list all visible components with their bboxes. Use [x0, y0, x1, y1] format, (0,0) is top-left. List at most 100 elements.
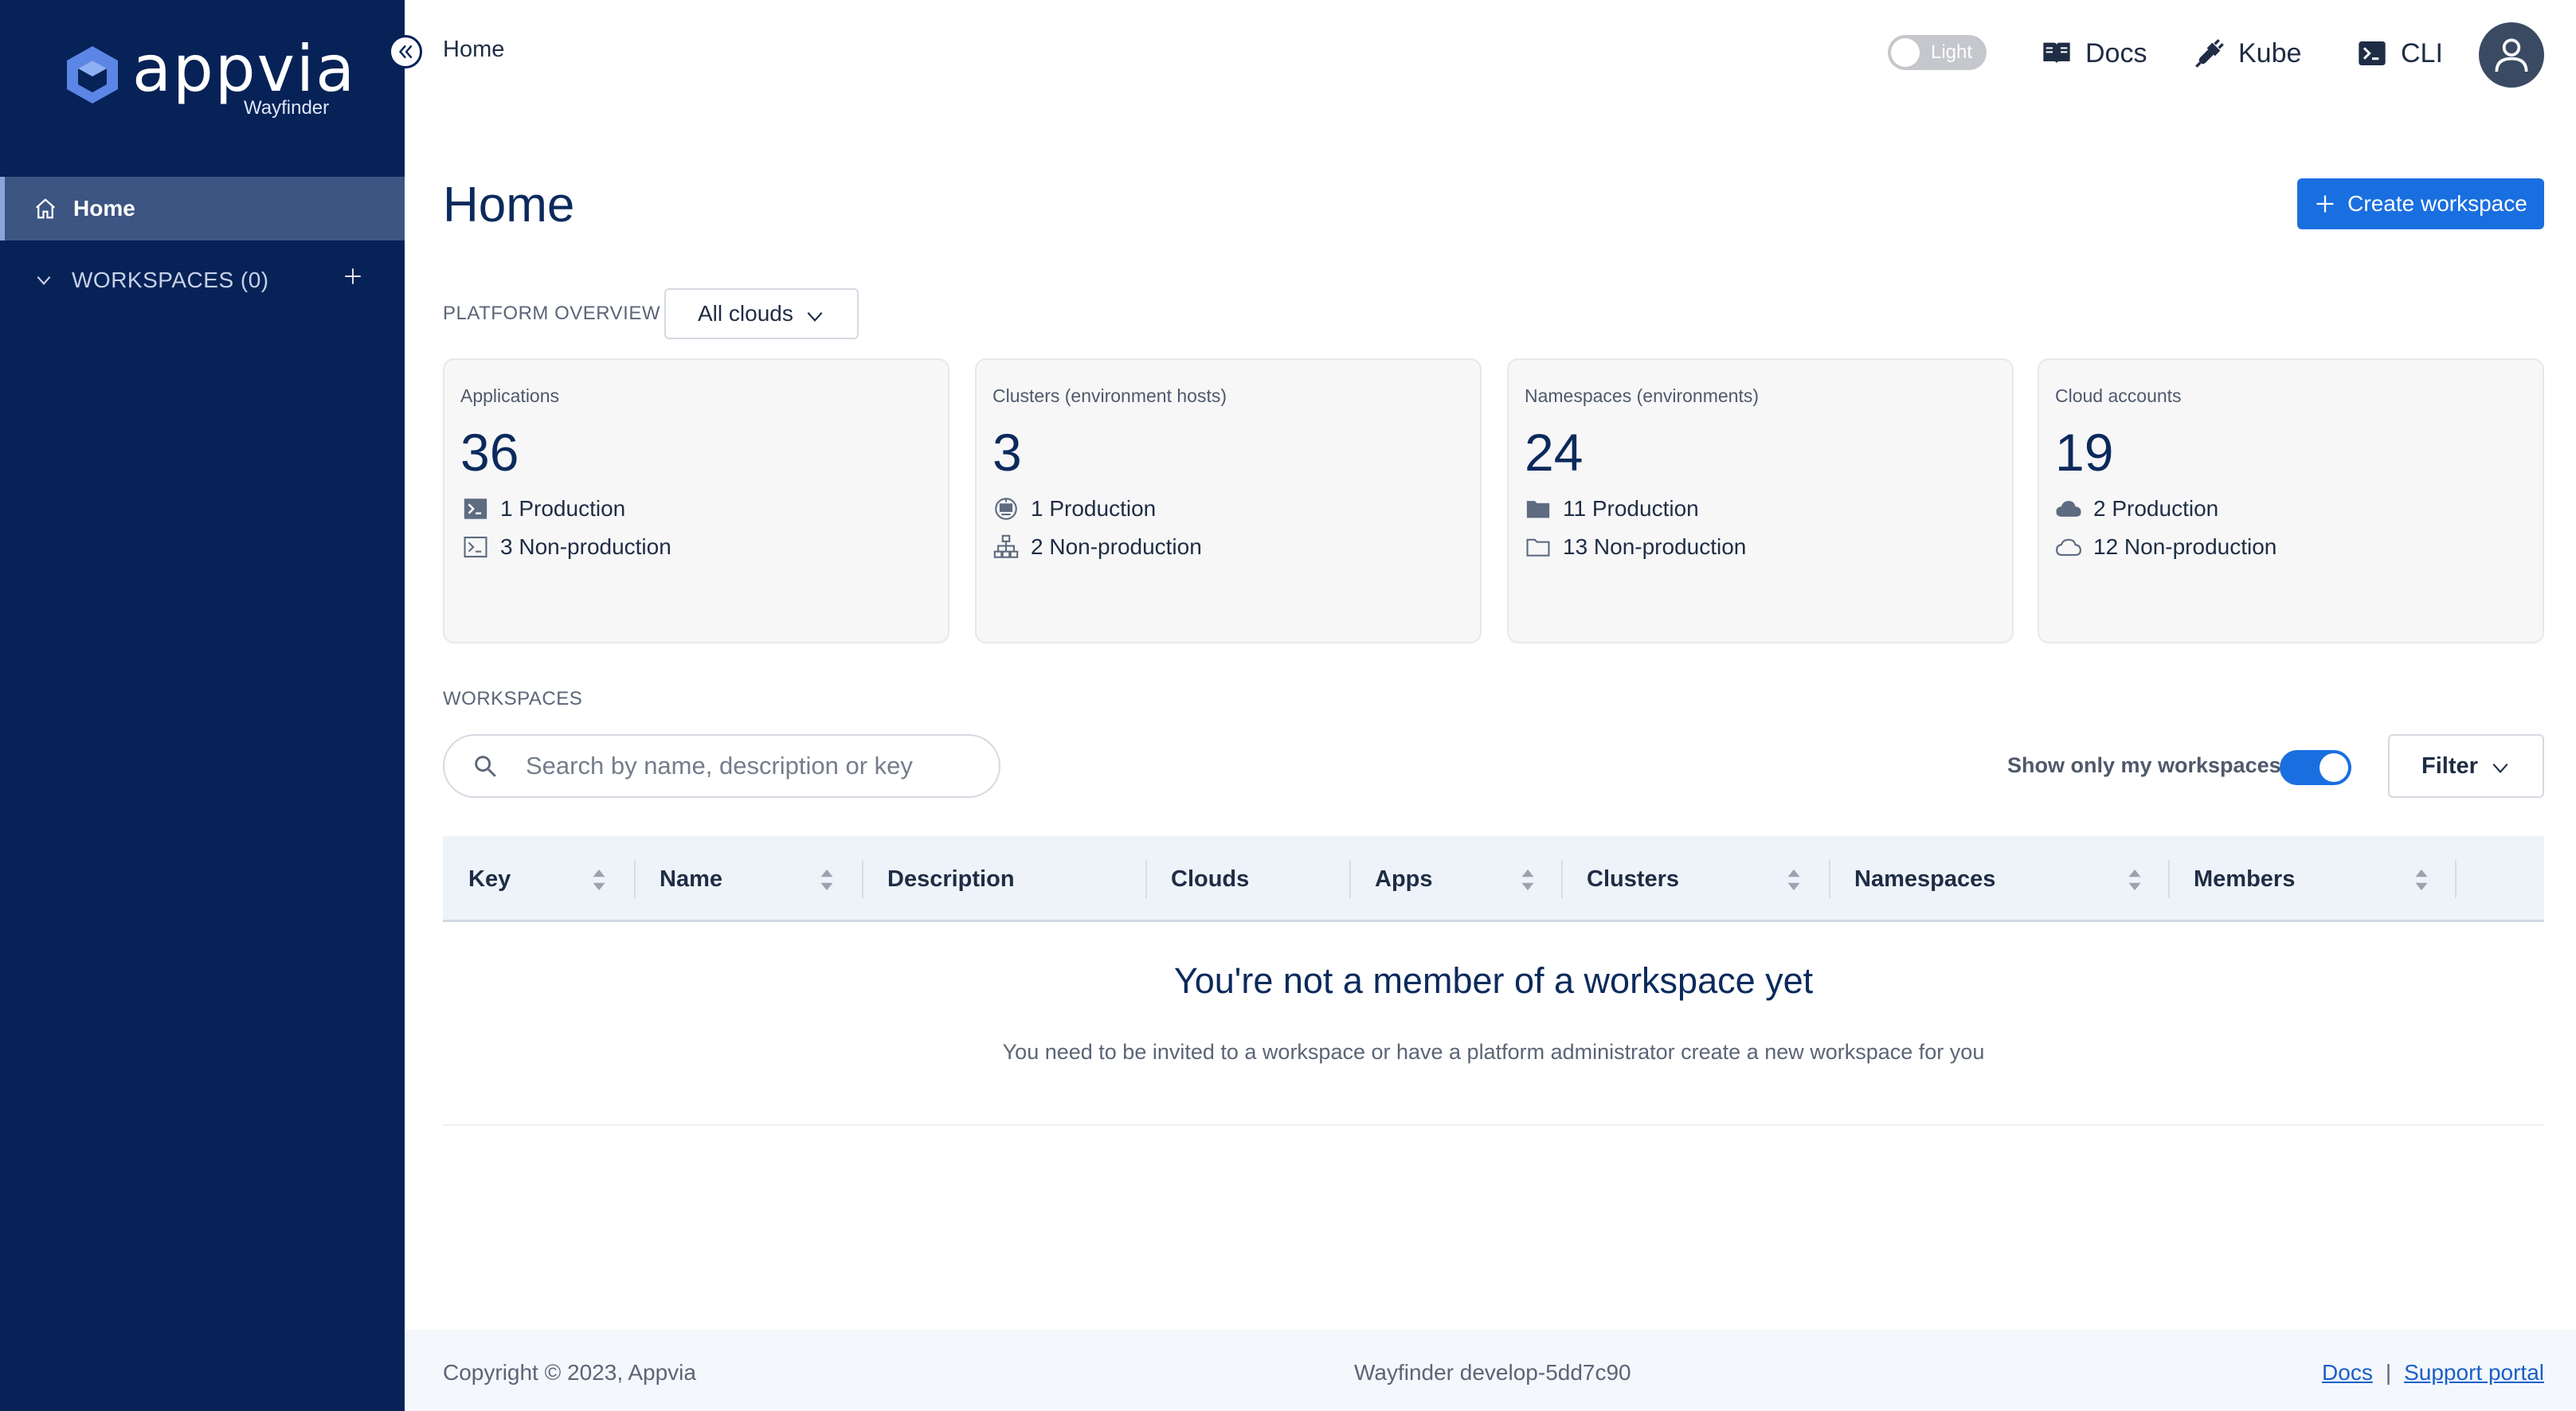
stat-production-text: 2 Production: [2093, 496, 2219, 521]
stat-non-production-row: 2 Non-production: [992, 534, 1202, 561]
create-workspace-button[interactable]: Create workspace: [2297, 178, 2544, 229]
sidebar-item-label: Home: [73, 196, 135, 221]
terminal-icon: [464, 498, 487, 519]
brand-name: appvia: [132, 32, 357, 106]
network-icon: [993, 534, 1019, 558]
footer-separator: |: [2385, 1360, 2392, 1385]
show-mine-label: Show only my workspaces: [2007, 753, 2281, 777]
kube-link-label: Kube: [2238, 37, 2302, 68]
column-header-description: Description: [887, 866, 1015, 892]
robot-icon: [995, 498, 1017, 520]
sort-icon[interactable]: [819, 868, 835, 892]
double-chevron-left-icon: [398, 45, 413, 59]
stat-production-text: 1 Production: [1031, 496, 1157, 521]
terminal-outline-icon: [464, 536, 487, 558]
version-text: Wayfinder develop-5dd7c90: [1354, 1360, 1631, 1385]
cloud-outline-icon: [2056, 538, 2081, 556]
stat-card-title: Applications: [460, 385, 560, 406]
terminal-icon: [2359, 41, 2386, 65]
stat-card-title: Namespaces (environments): [1525, 385, 1760, 406]
footer-links: Docs | Support portal: [2322, 1360, 2544, 1386]
chevron-down-icon: [807, 311, 823, 322]
stat-production-text: 11 Production: [1563, 496, 1699, 521]
column-header-key[interactable]: Key: [443, 836, 511, 922]
footer: Copyright © 2023, Appvia Wayfinder devel…: [405, 1330, 2576, 1411]
user-icon: [2495, 38, 2528, 72]
stat-non-production-text: 2 Non-production: [1031, 534, 1202, 559]
product-name: Wayfinder: [244, 97, 330, 119]
sort-icon[interactable]: [591, 868, 607, 892]
home-icon: [36, 198, 55, 219]
add-workspace-icon[interactable]: [343, 266, 363, 287]
search-icon: [475, 756, 496, 777]
appvia-logo-icon: [67, 46, 118, 104]
user-avatar[interactable]: [2479, 22, 2544, 88]
stat-non-production-text: 3 Non-production: [500, 534, 671, 559]
sidebar-item-home[interactable]: Home: [0, 177, 405, 240]
cloud-filter-value: All clouds: [698, 301, 793, 326]
footer-docs-link[interactable]: Docs: [2322, 1360, 2373, 1385]
create-workspace-label: Create workspace: [2347, 191, 2527, 216]
workspaces-table-header: Key Name Description Clouds Apps Cluster…: [443, 836, 2544, 922]
folder-icon: [1526, 501, 1550, 518]
stat-card-title: Cloud accounts: [2055, 385, 2182, 406]
docs-link-label: Docs: [2085, 37, 2147, 68]
plug-icon: [2195, 39, 2224, 68]
show-mine-toggle-knob: [2320, 753, 2348, 782]
divider: [443, 1124, 2544, 1126]
sidebar: appvia Wayfinder Home WORKSPACES (0): [0, 0, 405, 1411]
support-portal-link[interactable]: Support portal: [2404, 1360, 2544, 1385]
theme-toggle-knob: [1891, 38, 1920, 67]
stat-card-total: 3: [992, 423, 1022, 482]
stat-card-total: 24: [1525, 423, 1584, 482]
stat-card-total: 19: [2055, 423, 2114, 482]
stat-production-row: 1 Production: [992, 495, 1156, 522]
stat-non-production-row: 13 Non-production: [1525, 534, 1746, 561]
stat-card-title: Clusters (environment hosts): [992, 385, 1227, 406]
sort-icon[interactable]: [2414, 868, 2429, 892]
search-input[interactable]: [526, 752, 972, 780]
column-header-namespaces[interactable]: Namespaces: [1829, 836, 1995, 922]
cli-link[interactable]: CLI: [2356, 33, 2443, 73]
stat-production-row: 1 Production: [462, 495, 625, 522]
empty-state-title: You're not a member of a workspace yet: [1173, 960, 1814, 1001]
kube-link[interactable]: Kube: [2194, 33, 2301, 73]
chevron-down-icon: [37, 276, 51, 285]
cloud-filter-select[interactable]: All clouds: [664, 288, 859, 339]
workspace-search[interactable]: [443, 734, 1000, 798]
stat-non-production-text: 12 Non-production: [2093, 534, 2277, 559]
copyright-text: Copyright © 2023, Appvia: [443, 1360, 696, 1385]
sort-icon[interactable]: [1520, 868, 1536, 892]
stat-card-total: 36: [460, 423, 519, 482]
stat-production-row: 11 Production: [1525, 495, 1699, 522]
column-header-apps[interactable]: Apps: [1349, 836, 1433, 922]
cli-link-label: CLI: [2401, 37, 2443, 68]
column-header-name[interactable]: Name: [634, 836, 722, 922]
breadcrumb[interactable]: Home: [443, 37, 504, 63]
collapse-sidebar-button[interactable]: [389, 35, 422, 68]
book-icon: [2043, 42, 2070, 64]
docs-link[interactable]: Docs: [2041, 33, 2147, 73]
column-header-members[interactable]: Members: [2168, 836, 2295, 922]
column-header-clusters[interactable]: Clusters: [1561, 836, 1679, 922]
page-title: Home: [443, 178, 575, 233]
theme-toggle[interactable]: Light: [1888, 35, 1987, 70]
appvia-logo[interactable]: appvia Wayfinder: [62, 32, 354, 126]
sort-icon[interactable]: [2127, 868, 2143, 892]
sidebar-item-workspaces[interactable]: WORKSPACES (0): [0, 247, 405, 314]
filter-button[interactable]: Filter: [2388, 734, 2544, 798]
show-mine-toggle[interactable]: [2280, 750, 2351, 785]
stat-production-text: 1 Production: [500, 496, 626, 521]
stat-production-row: 2 Production: [2055, 495, 2218, 522]
stat-non-production-row: 3 Non-production: [462, 534, 671, 561]
filter-label: Filter: [2421, 752, 2478, 779]
cloud-icon: [2056, 501, 2081, 517]
stat-non-production-text: 13 Non-production: [1563, 534, 1747, 559]
theme-toggle-label: Light: [1931, 41, 1973, 63]
sort-icon[interactable]: [1786, 868, 1802, 892]
chevron-down-icon: [2492, 763, 2508, 774]
column-divider: [2455, 860, 2457, 898]
sidebar-item-label: WORKSPACES (0): [72, 268, 269, 292]
folder-outline-icon: [1526, 538, 1550, 557]
platform-overview-label: PLATFORM OVERVIEW: [443, 303, 660, 324]
